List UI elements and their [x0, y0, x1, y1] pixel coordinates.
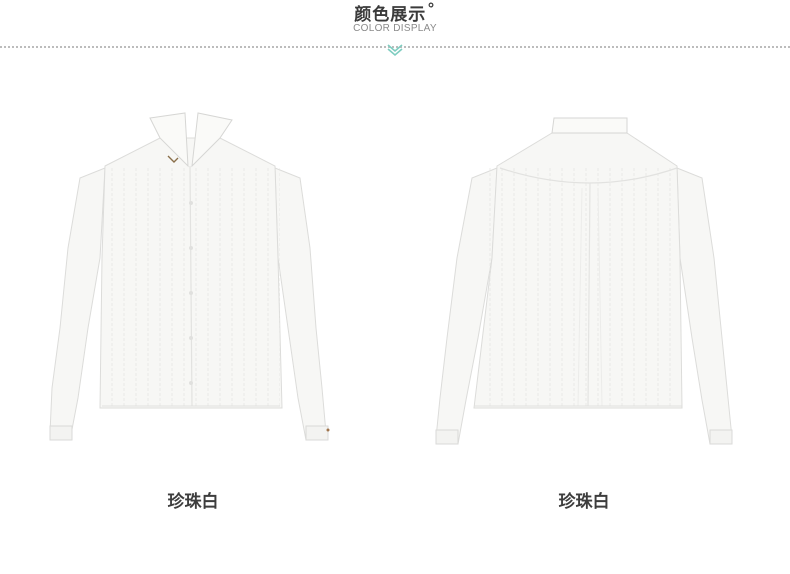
section-title: 颜色展示°	[0, 0, 790, 25]
section-subtitle: COLOR DISPLAY	[353, 23, 437, 34]
shirt-front-illustration	[49, 112, 330, 441]
shirt-back-illustration	[435, 117, 733, 445]
chevron-down-icon	[387, 44, 403, 57]
title-mark: °	[427, 0, 436, 18]
product-image-front	[10, 108, 370, 468]
color-label-back: 珍珠白	[558, 492, 610, 512]
color-label-front: 珍珠白	[167, 492, 219, 512]
product-image-back	[412, 108, 772, 468]
section-header: 颜色展示° COLOR DISPLAY	[0, 0, 790, 60]
section-title-text: 颜色展示	[354, 5, 427, 25]
